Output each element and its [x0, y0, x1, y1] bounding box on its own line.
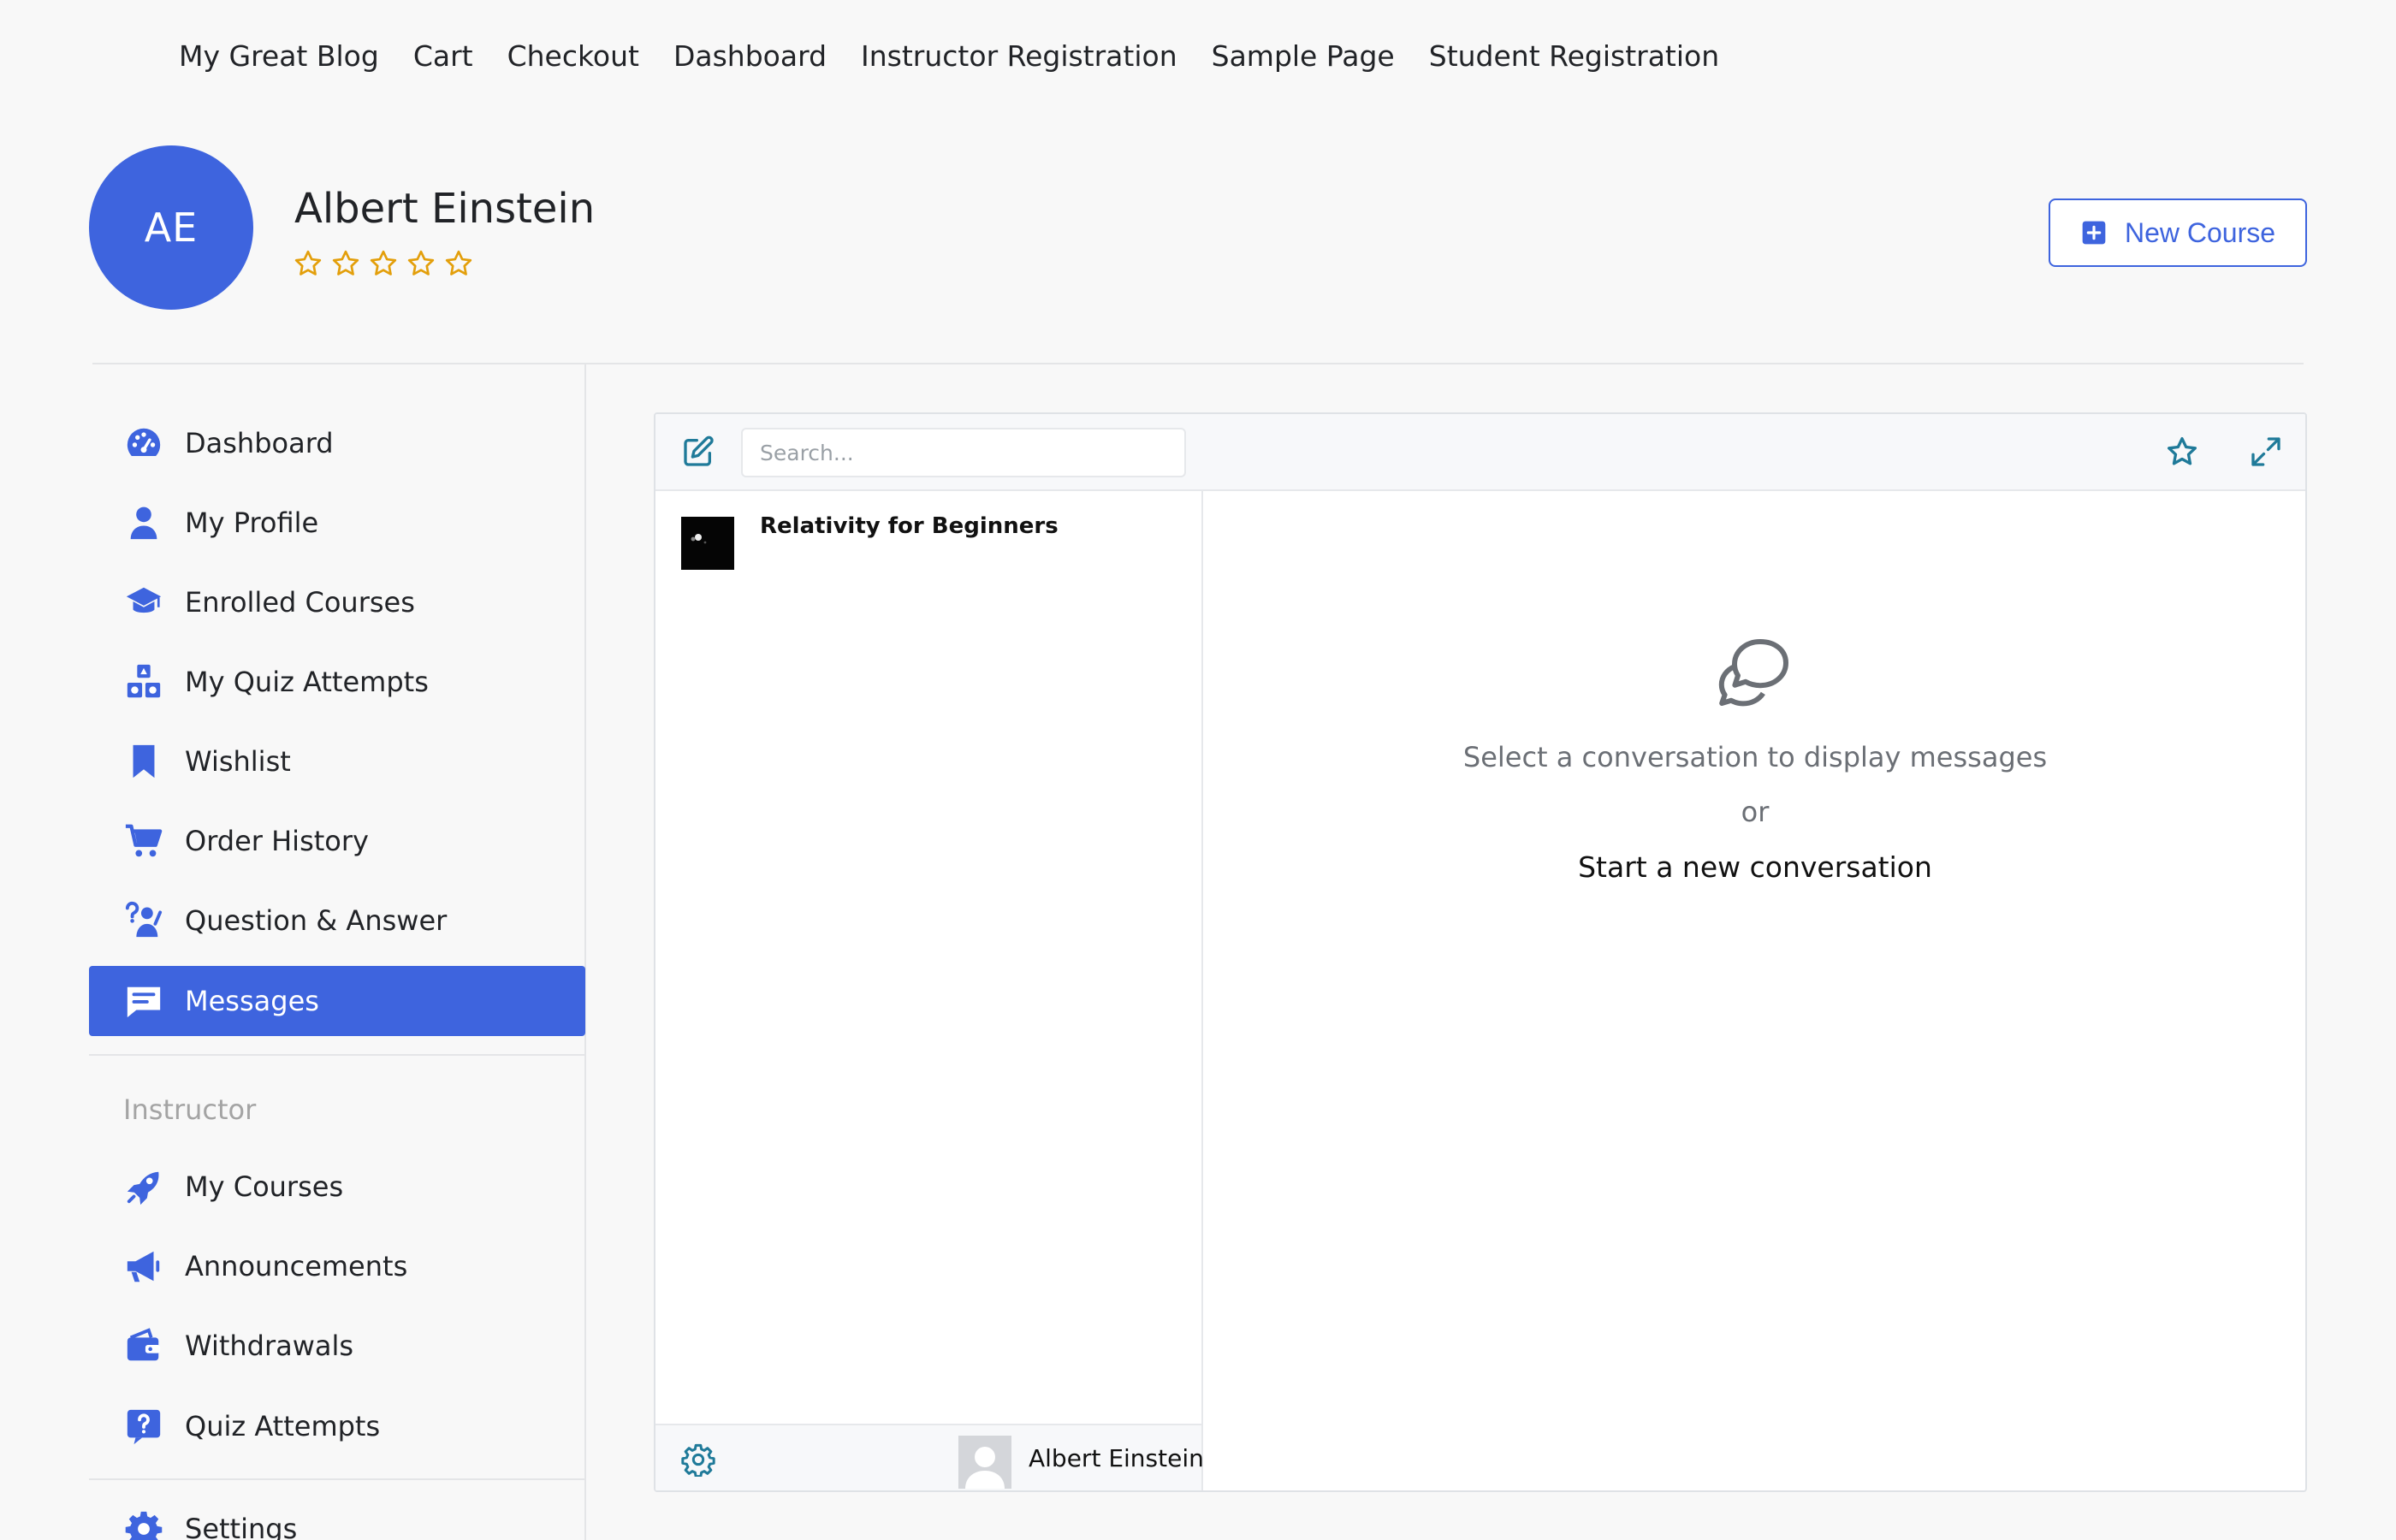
- current-user-name: Albert Einstein: [1029, 1444, 1204, 1472]
- star-outline-icon[interactable]: [2165, 435, 2199, 469]
- cart-icon: [123, 820, 164, 862]
- message-icon: [123, 980, 164, 1022]
- messages-panel: Relativity for Beginners Albert Einstein…: [654, 412, 2307, 1492]
- question-box-icon: [123, 1406, 164, 1447]
- user-avatar-placeholder: [958, 1436, 1011, 1489]
- sidebar-item-label: Enrolled Courses: [185, 586, 415, 619]
- nav-link-cart[interactable]: Cart: [413, 34, 473, 79]
- compose-icon[interactable]: [681, 435, 715, 469]
- sidebar-item-label: My Quiz Attempts: [185, 666, 429, 698]
- user-icon: [123, 502, 164, 543]
- sidebar-item-dashboard[interactable]: Dashboard: [89, 408, 585, 478]
- nav-link-sample-page[interactable]: Sample Page: [1212, 34, 1395, 79]
- user-name: Albert Einstein: [294, 185, 596, 233]
- sidebar-item-label: Question & Answer: [185, 904, 448, 937]
- conversation-list-footer: Albert Einstein: [655, 1424, 1204, 1490]
- quiz-shapes-icon: [123, 661, 164, 702]
- conversation-list: Relativity for Beginners Albert Einstein: [655, 491, 1204, 1490]
- sidebar-item-label: Messages: [185, 985, 319, 1017]
- sidebar-divider-2: [89, 1478, 585, 1480]
- nav-link-student-registration[interactable]: Student Registration: [1429, 34, 1719, 79]
- bookmark-icon: [123, 741, 164, 782]
- empty-state-message: Select a conversation to display message…: [1462, 741, 2048, 773]
- sidebar-item-label: Quiz Attempts: [185, 1410, 381, 1442]
- expand-icon[interactable]: [2249, 435, 2283, 469]
- star-outline-icon: [332, 250, 359, 275]
- new-course-button[interactable]: New Course: [2049, 198, 2307, 267]
- empty-state-or: or: [1741, 796, 1770, 828]
- instructor-section-label: Instructor: [123, 1093, 257, 1126]
- sidebar-item-question-answer[interactable]: Question & Answer: [89, 886, 585, 956]
- sidebar-item-enrolled-courses[interactable]: Enrolled Courses: [89, 567, 585, 637]
- sidebar-item-label: Announcements: [185, 1250, 408, 1282]
- search-input[interactable]: [741, 428, 1186, 477]
- star-outline-icon: [370, 250, 397, 275]
- top-navigation: My Great Blog Cart Checkout Dashboard In…: [179, 34, 1719, 79]
- sidebar-item-label: Withdrawals: [185, 1330, 354, 1362]
- plus-square-icon: [2082, 221, 2106, 245]
- avatar: AE: [89, 145, 253, 310]
- new-course-label: New Course: [2124, 216, 2276, 248]
- messages-toolbar: [655, 414, 2305, 491]
- sidebar-item-label: My Profile: [185, 506, 319, 539]
- nav-link-checkout[interactable]: Checkout: [507, 34, 639, 79]
- megaphone-icon: [123, 1246, 164, 1287]
- wallet-icon: [123, 1325, 164, 1366]
- sidebar-divider-1: [89, 1054, 585, 1056]
- sidebar-item-label: Settings: [185, 1513, 298, 1540]
- sidebar-item-order-history[interactable]: Order History: [89, 806, 585, 876]
- sidebar-item-label: Wishlist: [185, 745, 291, 778]
- star-outline-icon: [445, 250, 472, 275]
- sidebar-item-my-courses[interactable]: My Courses: [89, 1152, 585, 1222]
- gear-icon: [123, 1508, 164, 1540]
- rating-stars: [293, 248, 474, 279]
- sidebar-item-my-profile[interactable]: My Profile: [89, 488, 585, 558]
- star-outline-icon: [407, 250, 435, 275]
- sidebar-item-announcements[interactable]: Announcements: [89, 1231, 585, 1301]
- nav-link-my-great-blog[interactable]: My Great Blog: [179, 34, 379, 79]
- sidebar-item-quiz-attempts[interactable]: Quiz Attempts: [89, 1391, 585, 1461]
- rocket-icon: [123, 1166, 164, 1207]
- header-divider: [92, 363, 2304, 364]
- sidebar-item-label: Order History: [185, 825, 369, 857]
- nav-link-dashboard[interactable]: Dashboard: [673, 34, 827, 79]
- sidebar-item-wishlist[interactable]: Wishlist: [89, 726, 585, 797]
- graduation-cap-icon: [123, 582, 164, 623]
- sidebar-item-my-quiz-attempts[interactable]: My Quiz Attempts: [89, 647, 585, 717]
- sidebar-item-label: Dashboard: [185, 427, 334, 459]
- sidebar-item-label: My Courses: [185, 1170, 344, 1203]
- conversation-item[interactable]: Relativity for Beginners: [655, 491, 1201, 594]
- question-person-icon: [123, 900, 164, 941]
- conversation-title: Relativity for Beginners: [760, 513, 1059, 539]
- conversation-thumbnail: [681, 517, 734, 570]
- nav-link-instructor-registration[interactable]: Instructor Registration: [861, 34, 1177, 79]
- star-outline-icon: [294, 250, 322, 275]
- chat-bubbles-icon: [1718, 639, 1788, 707]
- gear-icon[interactable]: [681, 1442, 715, 1477]
- sidebar-item-settings[interactable]: Settings: [89, 1494, 585, 1540]
- start-new-conversation-link[interactable]: Start a new conversation: [1578, 850, 1932, 884]
- sidebar-item-messages[interactable]: Messages: [89, 966, 585, 1036]
- dashboard-gauge-icon: [123, 423, 164, 464]
- conversation-empty-state: Select a conversation to display message…: [1203, 491, 2305, 1490]
- sidebar-item-withdrawals[interactable]: Withdrawals: [89, 1311, 585, 1381]
